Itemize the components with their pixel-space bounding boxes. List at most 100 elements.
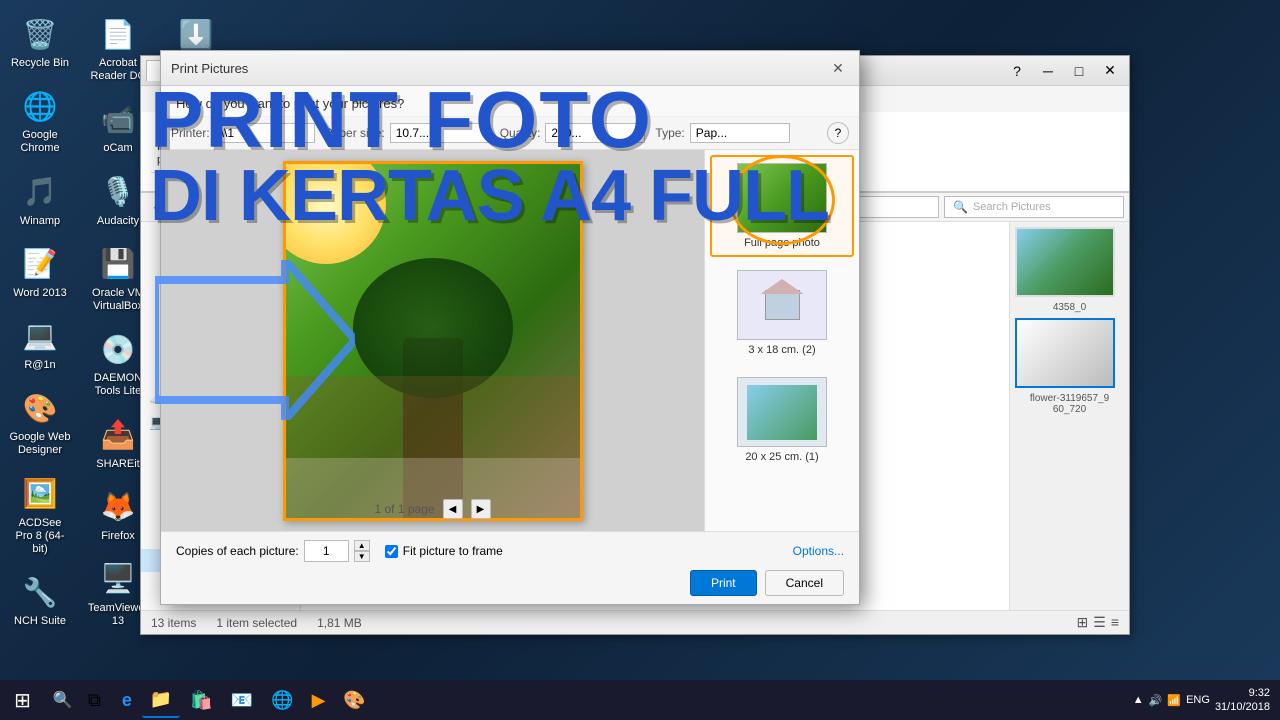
option-label-full-page: Full page photo (744, 237, 820, 249)
dialog-toolbar: Printer: Paper size: Quality: Type: ? (161, 117, 859, 150)
option-full-page[interactable]: Full page photo (710, 155, 854, 257)
start-button[interactable]: ⊞ (0, 680, 45, 720)
ra1n-label: R@1n (24, 359, 55, 372)
copies-input[interactable] (304, 540, 349, 562)
ra1n-icon: 💻 (20, 316, 60, 356)
type-input[interactable] (690, 123, 790, 143)
tray-expand-icon[interactable]: ▲ (1133, 694, 1144, 706)
minimize-button[interactable]: ─ (1034, 61, 1062, 81)
gwd-icon: 🎨 (20, 388, 60, 428)
firefox-label: Firefox (101, 530, 135, 543)
tree-crown (353, 258, 513, 398)
winamp-icon: 🎵 (20, 172, 60, 212)
taskbar-chrome[interactable]: 🌐 (263, 682, 301, 718)
3x18-layout-shape (765, 290, 800, 320)
maximize-button[interactable]: □ (1065, 61, 1093, 81)
winamp-label: Winamp (20, 215, 60, 228)
option-3x18[interactable]: 3 x 18 cm. (2) (710, 262, 854, 364)
dialog-preview: 1 of 1 page ◀ ▶ (161, 150, 704, 531)
taskbar-file-explorer[interactable]: 📁 (142, 682, 180, 718)
copies-up-button[interactable]: ▲ (354, 540, 370, 551)
search-icon: 🔍 (953, 200, 968, 214)
search-box[interactable]: 🔍 Search Pictures (944, 196, 1124, 218)
desktop-icon-chrome[interactable]: 🌐 Google Chrome (5, 82, 75, 159)
footer-buttons: Print Cancel (176, 570, 844, 596)
copies-control: Copies of each picture: ▲ ▼ (176, 540, 370, 562)
dialog-close-button[interactable]: ✕ (827, 57, 849, 79)
thumb-item-2[interactable] (1015, 318, 1115, 388)
dialog-options-panel: Full page photo 3 x 18 cm. (2) (704, 150, 859, 531)
desktop-icon-nch[interactable]: 🔧 NCH Suite (5, 568, 75, 632)
quality-selector: Quality: (500, 123, 646, 143)
taskbar-items: e 📁 🛍️ 📧 🌐 ▶ 🎨 (109, 682, 1123, 718)
fit-to-frame-label: Fit picture to frame (403, 544, 503, 558)
option-20x25[interactable]: 20 x 25 cm. (1) (710, 369, 854, 471)
thumb-name-2: flower-3119657_960_720 (1015, 393, 1124, 415)
desktop-icon-ra1n[interactable]: 💻 R@1n (5, 312, 75, 376)
options-link[interactable]: Options... (793, 544, 844, 558)
desktop: 🗑️ Recycle Bin 🌐 Google Chrome 🎵 Winamp … (0, 0, 1280, 720)
printer-label: Printer: (171, 126, 210, 140)
view-details-icon[interactable]: ☰ (1093, 614, 1106, 631)
taskbar-media[interactable]: ▶ (304, 682, 334, 718)
desktop-icon-word[interactable]: 📝 Word 2013 (5, 240, 75, 304)
audacity-label: Audacity (97, 215, 139, 228)
20x25-img (747, 385, 817, 440)
firefox-icon: 🦊 (98, 487, 138, 527)
selected-count: 1 item selected (216, 616, 297, 630)
next-page-button[interactable]: ▶ (471, 499, 491, 519)
fit-to-frame-control: Fit picture to frame (385, 544, 503, 558)
type-selector: Type: (655, 123, 789, 143)
page-info: 1 of 1 page (374, 502, 434, 516)
thumb-item-1[interactable] (1015, 227, 1115, 297)
taskbar-system-tray: ▲ 🔊 📶 ENG 9:32 31/10/2018 (1123, 686, 1280, 715)
tray-network-icon[interactable]: 📶 (1167, 694, 1181, 707)
print-dialog: Print Pictures ✕ How do you want to prin… (160, 50, 860, 605)
paper-size-input[interactable] (390, 123, 490, 143)
clock-date: 31/10/2018 (1215, 700, 1270, 714)
desktop-icon-gwd[interactable]: 🎨 Google Web Designer (5, 384, 75, 461)
view-list-icon[interactable]: ≡ (1111, 614, 1119, 631)
print-button[interactable]: Print (690, 570, 757, 596)
printer-input[interactable] (215, 123, 315, 143)
view-large-icon[interactable]: ⊞ (1077, 614, 1089, 631)
taskbar-paint[interactable]: 🎨 (335, 682, 373, 718)
taskbar-mail[interactable]: 📧 (223, 682, 261, 718)
tray-lang: ENG (1186, 694, 1210, 706)
close-button[interactable]: ✕ (1096, 61, 1124, 81)
clock-time: 9:32 (1215, 686, 1270, 700)
nch-label: NCH Suite (14, 615, 66, 628)
taskbar-store[interactable]: 🛍️ (182, 682, 220, 718)
taskbar-search-button[interactable]: 🔍 (45, 680, 80, 720)
thumb-image-2 (1017, 320, 1113, 386)
preview-image (286, 164, 580, 518)
chrome-icon: 🌐 (20, 86, 60, 126)
recycle-bin-icon: 🗑️ (20, 14, 60, 54)
time-display: 9:32 31/10/2018 (1215, 686, 1270, 715)
help-icon[interactable]: ? (827, 122, 849, 144)
tray-volume-icon[interactable]: 🔊 (1149, 694, 1163, 707)
quality-input[interactable] (545, 123, 645, 143)
cancel-button[interactable]: Cancel (765, 570, 844, 596)
desktop-icon-recycle-bin[interactable]: 🗑️ Recycle Bin (5, 10, 75, 74)
freedownload-icon: ⬇️ (176, 14, 216, 54)
word-icon: 📝 (20, 244, 60, 284)
desktop-icon-winamp[interactable]: 🎵 Winamp (5, 168, 75, 232)
nch-icon: 🔧 (20, 572, 60, 612)
option-thumb-img-full (738, 164, 826, 232)
option-thumb-wrapper (737, 163, 827, 237)
taskbar-task-view[interactable]: ⧉ (80, 682, 109, 718)
desktop-icon-acdsee[interactable]: 🖼️ ACDSee Pro 8 (64-bit) (5, 470, 75, 561)
recycle-bin-label: Recycle Bin (11, 57, 69, 70)
gwd-label: Google Web Designer (9, 431, 71, 457)
prev-page-button[interactable]: ◀ (443, 499, 463, 519)
dialog-body: 1 of 1 page ◀ ▶ (161, 150, 859, 531)
printer-selector: Printer: (171, 123, 315, 143)
options-scroll: Full page photo 3 x 18 cm. (2) (710, 155, 854, 526)
acdsee-icon: 🖼️ (20, 474, 60, 514)
fit-to-frame-checkbox[interactable] (385, 545, 398, 558)
help-button[interactable]: ? (1003, 61, 1031, 81)
3x18-layout-icon (738, 271, 826, 339)
taskbar-edge[interactable]: e (114, 682, 140, 718)
copies-down-button[interactable]: ▼ (354, 551, 370, 562)
